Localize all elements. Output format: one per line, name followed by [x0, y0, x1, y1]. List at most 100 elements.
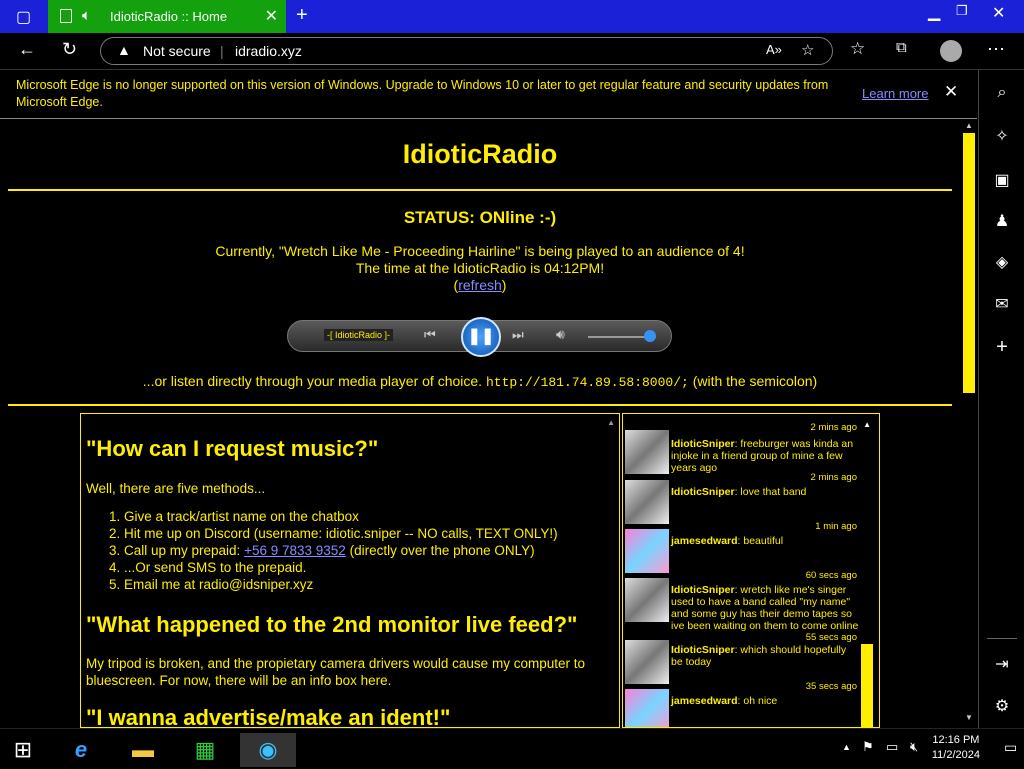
settings-icon[interactable]: ⚙: [993, 696, 1011, 716]
direct-listen-suffix: (with the semicolon): [692, 373, 818, 389]
active-tab[interactable]: 🔈︎ IdioticRadio :: Home ✕: [48, 0, 286, 33]
games-icon[interactable]: ♟: [993, 211, 1011, 231]
page-scrollbar[interactable]: ▲ ▼: [961, 119, 977, 728]
direct-listen-prefix: ...or listen directly through your media…: [142, 373, 483, 389]
chat-username[interactable]: jamesedward: [671, 695, 738, 707]
sniper-avatar: [625, 578, 669, 622]
phone-link[interactable]: +56 9 7833 9352: [244, 543, 346, 558]
add-favorite-icon[interactable]: ☆: [801, 41, 814, 59]
add-sidebar-icon[interactable]: +: [993, 336, 1011, 359]
james-avatar: [625, 689, 669, 727]
tray-overflow-icon[interactable]: ▲: [842, 742, 851, 752]
stream-url[interactable]: http://181.74.89.58:8000/;: [486, 375, 689, 390]
list-item: Hit me up on Discord (username: idiotic.…: [124, 525, 558, 542]
chat-scrollbar-thumb[interactable]: [861, 644, 873, 727]
chat-username[interactable]: IdioticSniper: [671, 486, 735, 498]
warning-icon: ▲: [117, 42, 131, 58]
chat-username[interactable]: IdioticSniper: [671, 644, 735, 656]
chat-time: 2 mins ago: [810, 472, 857, 483]
scroll-up-icon[interactable]: ▲: [965, 121, 973, 130]
security-label[interactable]: Not secure: [143, 43, 211, 59]
favorites-icon[interactable]: ☆: [850, 39, 865, 59]
new-tab-icon[interactable]: +: [296, 4, 308, 27]
player-divider: [8, 404, 952, 406]
refresh-link[interactable]: refresh: [458, 277, 502, 293]
scroll-down-icon[interactable]: ▼: [965, 713, 973, 722]
chat-text: : beautiful: [737, 535, 784, 547]
url-divider: |: [220, 43, 224, 59]
clock-date: 11/2/2024: [931, 749, 980, 761]
james-avatar: [625, 529, 669, 573]
office-icon[interactable]: ◈: [993, 252, 1011, 272]
search-icon[interactable]: ⌕: [993, 84, 1011, 102]
restore-icon[interactable]: ❐: [956, 3, 968, 19]
list-item: Call up my prepaid: +56 9 7833 9352 (dir…: [124, 542, 558, 559]
action-center-flag-icon[interactable]: ⚑: [862, 739, 874, 755]
chat-username[interactable]: jamesedward: [671, 535, 738, 547]
close-notice-icon[interactable]: ✕: [944, 82, 958, 102]
close-tab-icon[interactable]: ✕: [265, 6, 278, 26]
audio-player: -[ IdioticRadio ]- ⏮ ❚❚ ⏭ 🔊︎: [287, 317, 672, 357]
windows-taskbar: ⊞ e ▬ ▦ ◉ ▲ ⚑ ▭ 🔇︎ 12:16 PM 11/2/2024 ▭: [0, 728, 1024, 769]
hide-sidebar-icon[interactable]: ⇥: [993, 654, 1011, 674]
chat-time: 1 min ago: [815, 521, 857, 532]
learn-more-link[interactable]: Learn more: [862, 86, 928, 101]
page-content: IdioticRadio STATUS: ONline :-) Currentl…: [0, 119, 960, 728]
chat-time: 35 secs ago: [805, 681, 857, 692]
sniper-avatar: [625, 640, 669, 684]
request-methods-list: Give a track/artist name on the chatbox …: [86, 508, 558, 593]
outlook-icon[interactable]: ✉: [993, 294, 1011, 314]
volume-muted-icon[interactable]: 🔇︎: [910, 739, 918, 755]
list-item: Give a track/artist name on the chatbox: [124, 508, 558, 525]
chat-message: 60 secs ago IdioticSniper: wretch like m…: [623, 570, 859, 632]
url-bar[interactable]: ▲ Not secure | idradio.xyz A» ☆: [100, 37, 833, 65]
speaker-icon[interactable]: 🔈︎: [82, 7, 91, 24]
store-icon[interactable]: ▦: [182, 733, 228, 767]
taskbar-clock[interactable]: 12:16 PM 11/2/2024: [932, 733, 980, 763]
chatbox[interactable]: ▲ 2 mins ago IdioticSniper: freeburger w…: [622, 413, 880, 728]
internet-explorer-icon[interactable]: e: [58, 733, 104, 767]
edge-sidebar: ⌕ ✧ ▣ ♟ ◈ ✉ + ⇥ ⚙: [978, 70, 1024, 728]
tab-actions-icon[interactable]: ▢: [16, 7, 31, 27]
direct-listen-line: ...or listen directly through your media…: [0, 373, 960, 390]
call-prepaid-text: Call up my prepaid:: [124, 543, 241, 558]
previous-track-icon[interactable]: ⏮: [424, 327, 436, 343]
clock-time: 12:16 PM: [932, 734, 980, 746]
faq-scroll-up-icon[interactable]: ▲: [607, 418, 615, 427]
edge-taskbar-icon[interactable]: ◉: [240, 733, 296, 767]
site-title: IdioticRadio: [402, 139, 558, 169]
refresh-icon[interactable]: ↻: [62, 39, 77, 60]
url-text[interactable]: idradio.xyz: [235, 43, 302, 59]
read-aloud-icon[interactable]: A»: [766, 42, 782, 57]
now-playing: Currently, "Wretch Like Me - Proceeding …: [215, 243, 745, 259]
network-icon[interactable]: ▭: [886, 739, 898, 755]
chat-time: 2 mins ago: [810, 422, 857, 433]
unsupported-notice: Microsoft Edge is no longer supported on…: [0, 70, 977, 119]
chat-text: : oh nice: [737, 695, 778, 707]
browser-title-bar: ▢ 🔈︎ IdioticRadio :: Home ✕ + ▁ ❐ ✕: [0, 0, 1024, 33]
minimize-icon[interactable]: ▁: [928, 2, 940, 22]
file-explorer-icon[interactable]: ▬: [120, 733, 166, 767]
tools-icon[interactable]: ▣: [993, 170, 1011, 190]
profile-avatar[interactable]: [940, 40, 962, 62]
sniper-avatar: [625, 480, 669, 524]
chat-username[interactable]: IdioticSniper: [671, 584, 735, 596]
more-menu-icon[interactable]: ⋯: [987, 39, 1005, 60]
collections-icon[interactable]: ⧉: [896, 39, 907, 56]
page-scrollbar-thumb[interactable]: [963, 133, 975, 393]
chat-scroll-up-icon[interactable]: ▲: [863, 420, 871, 429]
chat-username[interactable]: IdioticSniper: [671, 438, 735, 450]
pause-button[interactable]: ❚❚: [461, 317, 501, 357]
next-track-icon[interactable]: ⏭: [512, 327, 524, 343]
chat-message: 2 mins ago IdioticSniper: love that band: [623, 472, 859, 524]
close-window-icon[interactable]: ✕: [992, 3, 1005, 23]
chat-message: 35 secs ago jamesedward: oh nice: [623, 681, 859, 727]
notifications-icon[interactable]: ▭: [1004, 739, 1017, 756]
chat-message: 1 min ago jamesedward: beautiful: [623, 521, 859, 573]
volume-slider-handle[interactable]: [644, 330, 656, 342]
volume-icon[interactable]: 🔊︎: [556, 326, 565, 343]
back-icon[interactable]: ←: [18, 39, 36, 60]
windows-start-icon[interactable]: ⊞: [0, 733, 46, 767]
discover-icon[interactable]: ✧: [993, 126, 1011, 146]
faq-box[interactable]: ▲ "How can I request music?" Well, there…: [80, 413, 620, 728]
